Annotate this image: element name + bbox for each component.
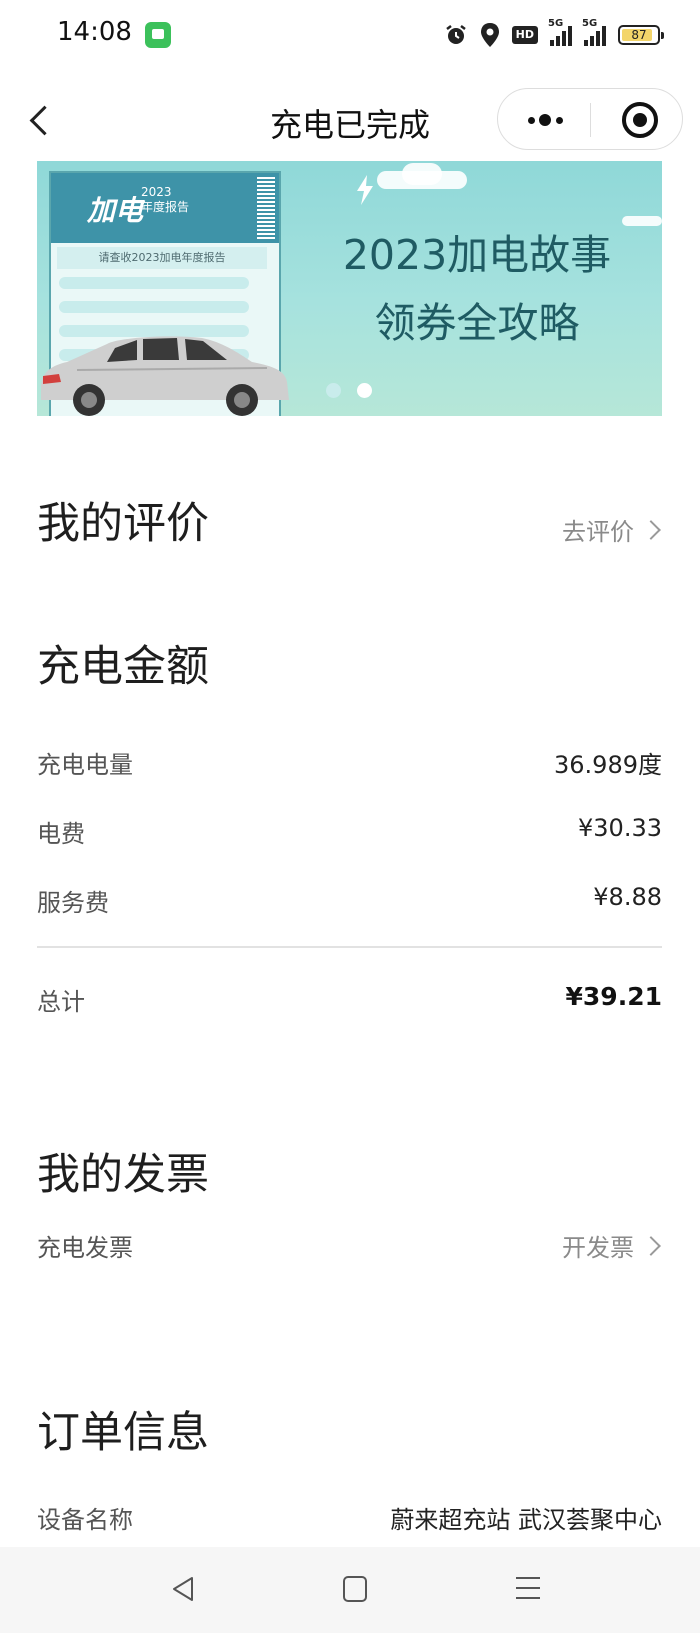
device-name-label: 设备名称: [37, 1506, 133, 1534]
issue-invoice-link[interactable]: 开发票: [562, 1228, 664, 1263]
carousel-dot-2-active[interactable]: [357, 383, 372, 398]
promo-banner[interactable]: 加电 2023 年度报告 请查收2023加电年度报告 2023加电故事 领券全攻…: [37, 161, 662, 416]
more-dots-icon[interactable]: [498, 89, 590, 151]
energy-label: 充电电量: [37, 751, 133, 779]
location-icon: [480, 23, 499, 47]
status-time: 14:08: [57, 17, 132, 47]
battery-icon: 87: [618, 25, 664, 45]
signal-5g-secondary-icon: 5G: [582, 18, 606, 46]
go-review-link[interactable]: 去评价: [562, 512, 664, 547]
electricity-fee-value: ¥30.33: [578, 814, 662, 842]
energy-value: 36.989度: [554, 751, 662, 779]
alarm-icon: [445, 25, 466, 44]
square-home-icon[interactable]: [343, 1576, 367, 1602]
nav-bar: 充电已完成: [0, 80, 700, 160]
triangle-back-icon[interactable]: [170, 1575, 196, 1603]
charge-amount-title: 充电金额: [37, 642, 209, 692]
service-fee-label: 服务费: [37, 889, 109, 917]
total-value: ¥39.21: [565, 982, 662, 1011]
amount-divider: [37, 946, 662, 948]
chevron-right-icon: [641, 519, 661, 540]
status-icons: HD 5G 5G 87: [444, 18, 664, 50]
total-label: 总计: [37, 988, 85, 1016]
service-fee-value: ¥8.88: [593, 883, 662, 911]
system-nav-bar: [0, 1547, 700, 1633]
hamburger-menu-icon[interactable]: [516, 1577, 540, 1599]
car-illustration: [41, 336, 289, 416]
electricity-fee-label: 电费: [37, 820, 85, 848]
report-prompt: 请查收2023加电年度报告: [57, 247, 267, 269]
target-close-icon[interactable]: [622, 102, 658, 138]
invoice-section-title: 我的发票: [37, 1150, 209, 1200]
carousel-dot-1[interactable]: [326, 383, 341, 398]
battery-level: 87: [631, 28, 647, 42]
review-section-title: 我的评价: [37, 499, 209, 549]
hd-voice-icon: HD: [511, 26, 538, 44]
report-logo: 加电: [87, 194, 144, 227]
charge-invoice-label: 充电发票: [37, 1234, 133, 1262]
report-year: 2023 年度报告: [141, 185, 190, 214]
message-app-icon: [145, 22, 171, 48]
lightning-icon: [357, 175, 373, 205]
signal-5g-icon: 5G: [548, 18, 572, 46]
capsule-divider: [590, 103, 591, 137]
barcode-graphic: [257, 177, 275, 239]
banner-title-line2: 领券全攻略: [374, 299, 580, 347]
mini-program-capsule: [497, 88, 683, 150]
banner-title-line1: 2023加电故事: [342, 231, 612, 279]
chevron-right-icon: [641, 1235, 661, 1256]
order-info-title: 订单信息: [37, 1408, 209, 1458]
device-name-value: 蔚来超充站 武汉荟聚中心: [390, 1506, 662, 1534]
status-bar: 14:08 HD 5G 5G 87: [0, 0, 700, 70]
